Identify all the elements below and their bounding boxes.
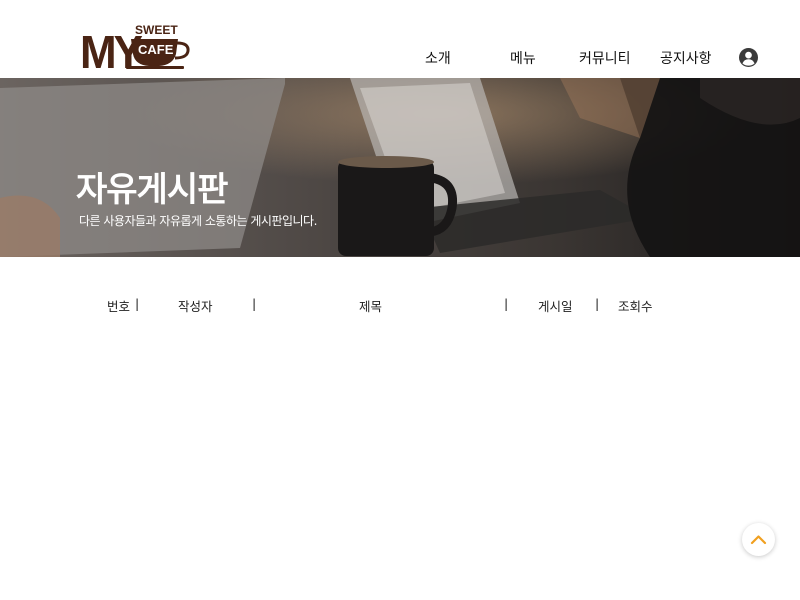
column-separator: | bbox=[252, 296, 257, 311]
column-header-date: 게시일 bbox=[538, 299, 573, 314]
nav-item-intro[interactable]: 소개 bbox=[425, 48, 451, 68]
page-title: 자유게시판 bbox=[76, 170, 228, 210]
column-header-number: 번호 bbox=[107, 299, 131, 314]
column-header-views: 조회수 bbox=[618, 299, 653, 314]
scroll-top-button[interactable] bbox=[742, 523, 775, 556]
main-nav: 소개 메뉴 커뮤니티 공지사항 bbox=[0, 48, 800, 68]
column-header-title: 제목 bbox=[359, 299, 383, 314]
column-header-author: 작성자 bbox=[178, 299, 213, 314]
column-separator: | bbox=[135, 296, 140, 311]
logo-sweet: SWEET bbox=[135, 23, 178, 37]
column-separator: | bbox=[504, 296, 509, 311]
user-circle-icon[interactable] bbox=[739, 48, 758, 67]
nav-item-community[interactable]: 커뮤니티 bbox=[579, 48, 631, 68]
hero-banner: 자유게시판 다른 사용자들과 자유롭게 소통하는 게시판입니다. bbox=[0, 78, 800, 257]
column-separator: | bbox=[595, 296, 600, 311]
site-header: MY SWEET CAFE 소개 메뉴 커뮤니티 공지사항 bbox=[0, 0, 800, 78]
nav-item-menu[interactable]: 메뉴 bbox=[510, 48, 536, 68]
page-subtitle: 다른 사용자들과 자유롭게 소통하는 게시판입니다. bbox=[79, 214, 317, 228]
board-header-row: 번호 | 작성자 | 제목 | 게시일 | 조회수 bbox=[0, 296, 800, 314]
chevron-up-icon bbox=[750, 535, 767, 545]
nav-item-notice[interactable]: 공지사항 bbox=[660, 48, 712, 68]
